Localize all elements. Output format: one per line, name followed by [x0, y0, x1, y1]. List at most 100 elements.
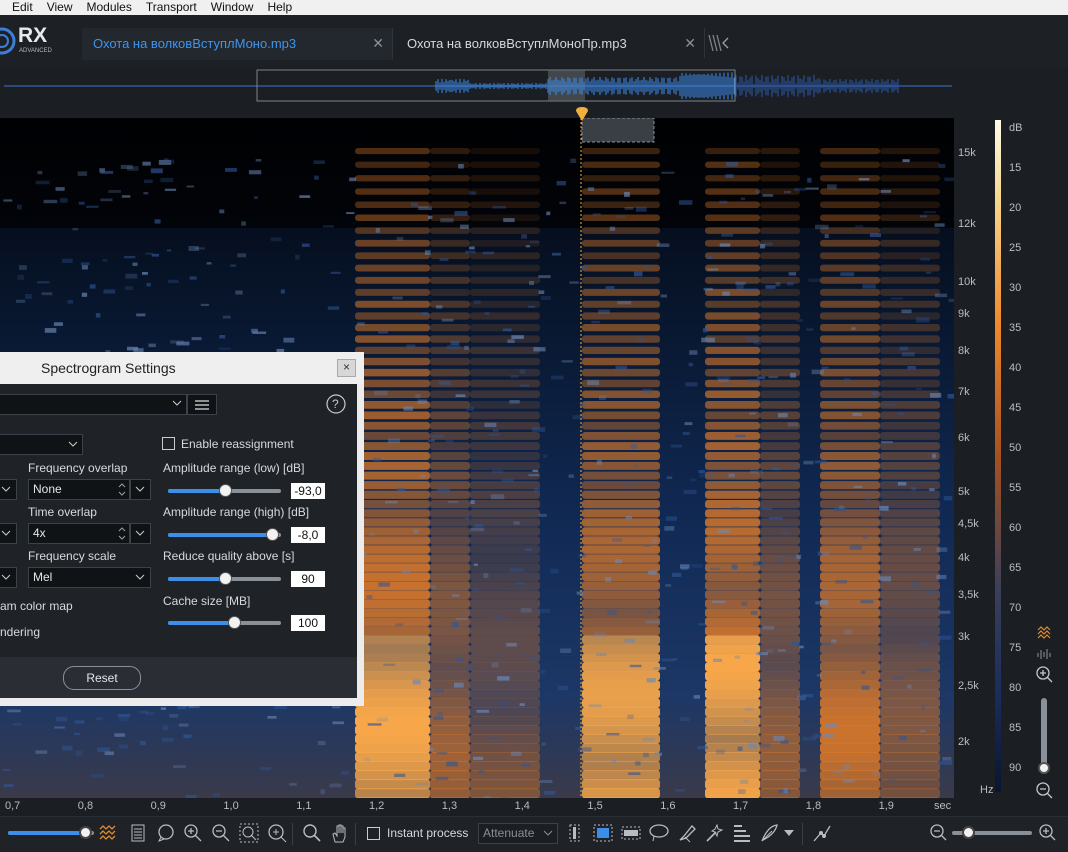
- zoom-selection-icon[interactable]: [238, 822, 260, 844]
- harmonic-selection-icon[interactable]: [731, 822, 753, 844]
- hand-tool-icon[interactable]: [329, 822, 351, 844]
- menu-edit[interactable]: Edit: [0, 0, 40, 15]
- left-dropdown-2[interactable]: [0, 523, 17, 544]
- db-tick-label: 70: [1009, 602, 1022, 614]
- spectrogram-view-icon[interactable]: [1030, 624, 1060, 640]
- instant-process-checkbox[interactable]: [367, 827, 380, 840]
- frequency-overlap-input[interactable]: None: [28, 479, 130, 500]
- amp-low-value[interactable]: -93,0: [291, 483, 325, 499]
- waveform-view-icon[interactable]: [1030, 645, 1060, 659]
- reduce-quality-label: Reduce quality above [s]: [163, 549, 295, 563]
- spectrogram-opacity-knob[interactable]: [79, 826, 93, 839]
- stepper-icon[interactable]: [117, 481, 127, 498]
- chevron-down-icon: [135, 486, 145, 492]
- zoom-in-horizontal-icon[interactable]: [1038, 822, 1058, 844]
- menu-help[interactable]: Help: [260, 0, 299, 15]
- dialog-close-button[interactable]: ×: [337, 359, 356, 377]
- tab-file-2[interactable]: Охота на волковВступлМоноПр.mp3 ✕: [396, 28, 705, 58]
- left-dropdown-1[interactable]: [0, 479, 17, 500]
- menu-bar: Edit View Modules Transport Window Help: [0, 0, 1068, 15]
- preset-menu-button[interactable]: [187, 394, 217, 415]
- zoom-in-vertical-icon[interactable]: [1030, 664, 1060, 684]
- playhead-marker-icon[interactable]: [575, 107, 589, 123]
- chevron-down-icon: [1, 486, 11, 492]
- zoom-out-horizontal-icon[interactable]: [929, 822, 949, 844]
- tab-1-close-icon[interactable]: ✕: [372, 35, 384, 52]
- tab-2-close-icon[interactable]: ✕: [684, 35, 696, 52]
- logo-text: RX: [18, 24, 48, 47]
- db-tick-label: 30: [1009, 282, 1022, 294]
- time-selection-icon[interactable]: [565, 822, 585, 844]
- magic-wand-icon[interactable]: [703, 822, 725, 844]
- rendering-label: ndering: [0, 625, 41, 639]
- reduce-quality-knob[interactable]: [218, 572, 232, 585]
- menu-view[interactable]: View: [40, 0, 80, 15]
- feather-icon[interactable]: [758, 822, 780, 844]
- frequency-scale-dropdown[interactable]: Mel: [28, 567, 151, 588]
- db-tick-label: 45: [1009, 402, 1022, 414]
- menu-transport[interactable]: Transport: [139, 0, 204, 15]
- amp-high-slider[interactable]: [168, 528, 281, 541]
- time-tick-label: 0,9: [150, 800, 166, 812]
- amp-low-knob[interactable]: [218, 484, 232, 497]
- freq-tick-label: 10k: [958, 276, 976, 288]
- time-tick-label: 1,6: [660, 800, 676, 812]
- time-overlap-dropdown[interactable]: [130, 523, 151, 544]
- dialog-titlebar[interactable]: Spectrogram Settings ×: [0, 352, 364, 384]
- spectrogram-opacity-slider[interactable]: [8, 826, 94, 839]
- time-tick-label: 1,4: [514, 800, 530, 812]
- tab-file-1[interactable]: Охота на волковВступлМоно.mp3 ✕: [82, 28, 393, 60]
- chevron-down-icon: [135, 530, 145, 536]
- attenuate-dropdown[interactable]: Attenuate: [478, 823, 558, 844]
- chevron-down-icon: [135, 574, 145, 580]
- db-colorbar: [995, 120, 1001, 792]
- amp-high-knob[interactable]: [265, 528, 279, 541]
- brush-icon[interactable]: [676, 822, 698, 844]
- vertical-zoom-controls: [1030, 624, 1060, 800]
- enable-reassignment-checkbox[interactable]: [162, 437, 175, 450]
- waveform-overview[interactable]: [0, 68, 1068, 116]
- enable-reassignment-label: Enable reassignment: [181, 437, 294, 451]
- magnifier-tool-icon[interactable]: [301, 822, 323, 844]
- zoom-out-icon[interactable]: [210, 822, 232, 844]
- horizontal-zoom-slider[interactable]: [952, 826, 1032, 839]
- stepper-icon[interactable]: [117, 525, 127, 542]
- menu-modules[interactable]: Modules: [79, 0, 138, 15]
- reduce-quality-slider[interactable]: [168, 572, 281, 585]
- cache-size-knob[interactable]: [227, 616, 241, 629]
- time-frequency-selection-icon[interactable]: [592, 822, 614, 844]
- feather-dropdown-icon[interactable]: [782, 822, 796, 844]
- chevron-down-icon: [543, 830, 553, 836]
- toolbar-divider: [802, 823, 803, 845]
- toolbar-divider: [292, 823, 293, 845]
- zoom-fit-icon[interactable]: [266, 822, 288, 844]
- reduce-quality-value[interactable]: 90: [291, 571, 325, 587]
- fft-dropdown[interactable]: [0, 434, 83, 455]
- lasso-icon[interactable]: [648, 822, 670, 844]
- amp-high-value[interactable]: -8,0: [291, 527, 325, 543]
- cache-size-value[interactable]: 100: [291, 615, 325, 631]
- amp-low-slider[interactable]: [168, 484, 281, 497]
- comment-icon[interactable]: [155, 822, 177, 844]
- notes-icon[interactable]: [128, 822, 148, 844]
- time-tick-label: 1,3: [441, 800, 458, 812]
- tab-overflow-icon[interactable]: [706, 32, 730, 54]
- spectrogram-toggle-icon[interactable]: [97, 822, 117, 844]
- frequency-overlap-dropdown[interactable]: [130, 479, 151, 500]
- logo-subtext: ADVANCED: [19, 48, 52, 54]
- envelope-tool-icon[interactable]: [811, 822, 833, 844]
- cache-size-slider[interactable]: [168, 616, 281, 629]
- reset-button[interactable]: Reset: [63, 666, 141, 690]
- menu-window[interactable]: Window: [204, 0, 261, 15]
- spectrogram-settings-dialog: Spectrogram Settings × ? Enable reassign…: [0, 352, 364, 706]
- zoom-out-vertical-icon[interactable]: [1030, 780, 1060, 800]
- left-dropdown-3[interactable]: [0, 567, 17, 588]
- horizontal-zoom-knob[interactable]: [962, 826, 975, 839]
- zoom-in-icon[interactable]: [182, 822, 204, 844]
- frequency-selection-icon[interactable]: [620, 822, 642, 844]
- time-overlap-input[interactable]: 4x: [28, 523, 130, 544]
- preset-dropdown[interactable]: [0, 394, 187, 415]
- vertical-zoom-slider[interactable]: [1038, 698, 1050, 774]
- hamburger-menu-icon: [195, 400, 209, 410]
- vertical-zoom-knob[interactable]: [1038, 762, 1050, 774]
